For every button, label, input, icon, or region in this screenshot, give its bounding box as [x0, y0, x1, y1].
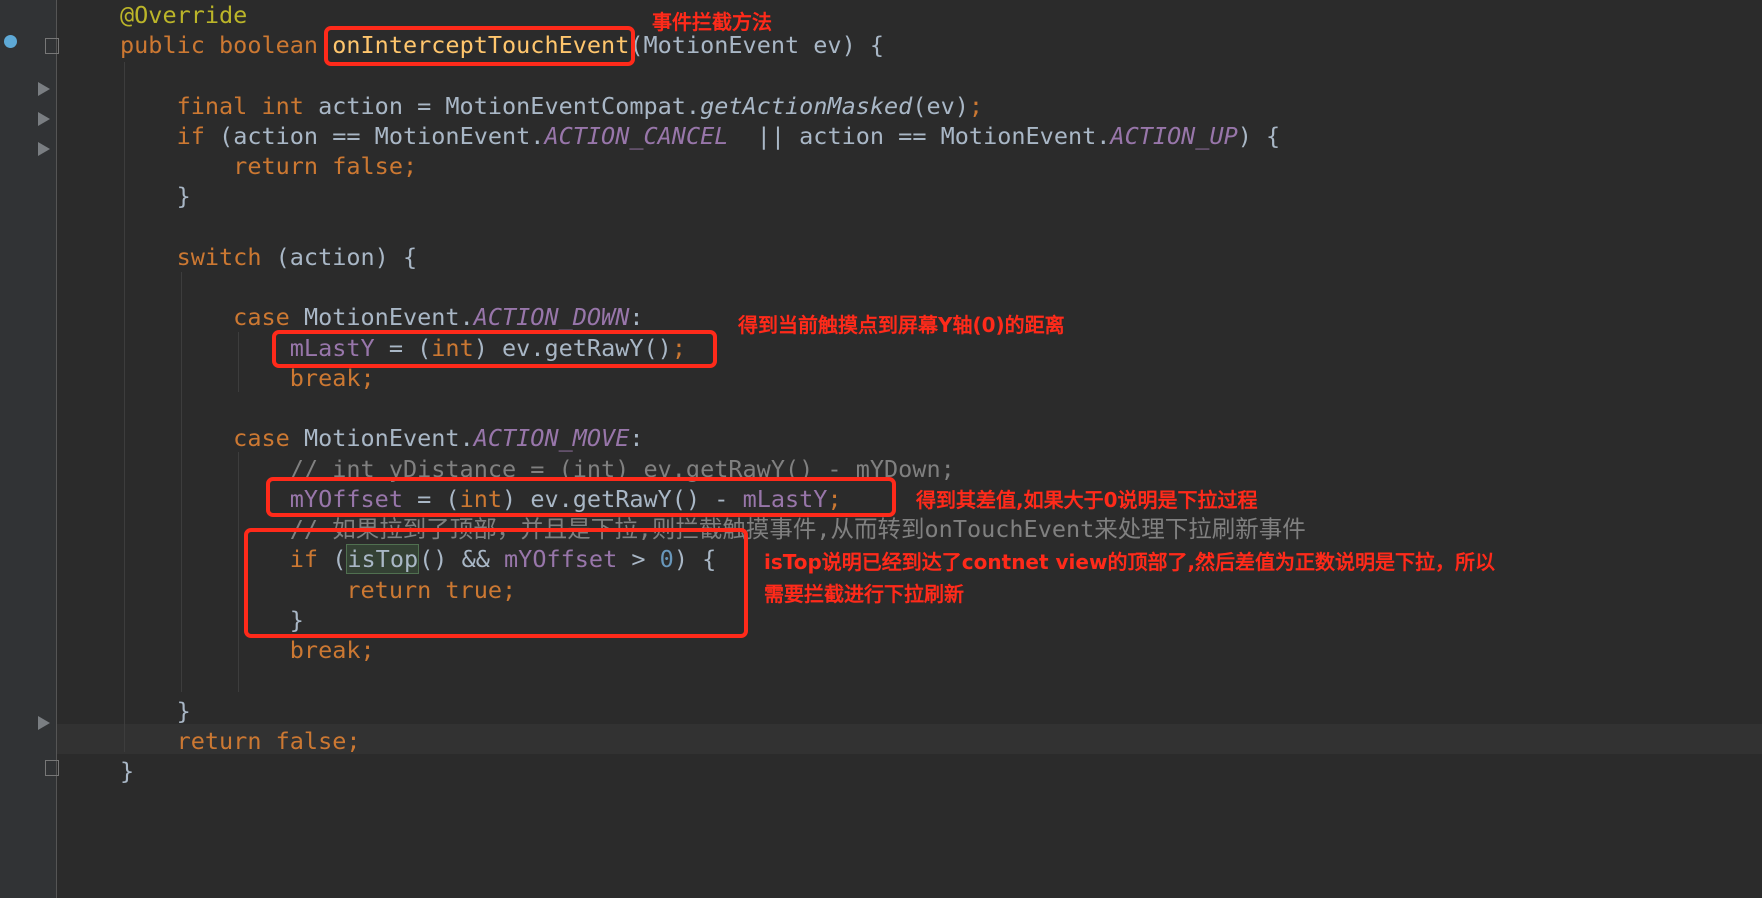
code-token: }: [120, 757, 135, 785]
code-token: ;: [968, 91, 984, 120]
annotation-offset: 得到其差值,如果大于0说明是下拉过程: [916, 488, 1258, 512]
code-token: ACTION_UP: [1110, 121, 1238, 150]
code-line: if (action == MotionEvent.ACTION_CANCEL …: [120, 121, 1281, 151]
fold-arrow-icon[interactable]: [38, 142, 50, 156]
code-token: @Override: [120, 1, 248, 29]
annotation-istop-2: 需要拦截进行下拉刷新: [764, 582, 964, 606]
code-token: :: [629, 303, 644, 332]
annotation-rawy: 得到当前触摸点到屏幕Y轴(0)的距离: [738, 313, 1065, 337]
code-token: ACTION_MOVE: [473, 424, 630, 453]
code-line: }: [120, 696, 191, 726]
annotation-istop-1: isTop说明已经到达了contnet view的顶部了,然后差值为正数说明是下…: [764, 550, 1496, 574]
code-token: }: [120, 182, 191, 211]
code-token: case: [120, 424, 304, 453]
code-line: case MotionEvent.ACTION_DOWN:: [120, 302, 644, 332]
code-token: final int: [120, 91, 319, 120]
code-line: return false;: [120, 151, 417, 181]
code-token: ACTION_DOWN: [473, 303, 630, 332]
fold-minus-icon[interactable]: [45, 38, 59, 54]
code-token: :: [629, 424, 644, 453]
code-token: (action) {: [275, 242, 418, 271]
code-token: action = MotionEventCompat.: [318, 91, 701, 120]
highlight-box-istop: [244, 528, 748, 638]
code-token: return false;: [120, 726, 361, 755]
highlight-box-method: [324, 26, 635, 66]
highlight-box-offset: [266, 477, 896, 517]
code-line: break;: [120, 635, 375, 665]
code-line: }: [120, 756, 134, 786]
code-token: MotionEvent.: [303, 424, 474, 453]
code-token: ACTION_CANCEL: [544, 121, 729, 150]
code-token: case: [120, 303, 304, 332]
code-token: getActionMasked: [700, 91, 913, 120]
code-token: switch: [120, 242, 276, 271]
code-line: @Override: [120, 0, 247, 30]
code-token: break;: [120, 363, 375, 392]
fold-arrow-icon[interactable]: [38, 112, 50, 126]
code-line: }: [120, 181, 191, 211]
code-token: ) {: [1237, 121, 1281, 150]
code-token: if: [120, 121, 220, 150]
code-line: switch (action) {: [120, 242, 418, 272]
code-line: case MotionEvent.ACTION_MOVE:: [120, 423, 644, 453]
code-token: }: [120, 696, 191, 725]
code-token: || action == MotionEvent.: [728, 121, 1111, 150]
fold-arrow-icon[interactable]: [38, 82, 50, 96]
code-token: public boolean: [120, 31, 333, 60]
fold-minus-icon[interactable]: [45, 760, 59, 776]
highlight-box-rawy: [272, 330, 717, 368]
override-marker-icon[interactable]: [4, 35, 17, 48]
code-token: (ev): [912, 91, 969, 120]
code-token: return false;: [120, 152, 418, 181]
code-token: MotionEvent.: [303, 303, 474, 332]
annotation-method: 事件拦截方法: [652, 10, 772, 34]
code-line: final int action = MotionEventCompat.get…: [120, 91, 984, 121]
code-token: break;: [120, 636, 375, 665]
code-token: (action == MotionEvent.: [219, 121, 545, 150]
code-line: return false;: [120, 726, 361, 756]
code-token: (MotionEvent ev) {: [629, 31, 885, 60]
fold-arrow-icon[interactable]: [38, 716, 50, 730]
